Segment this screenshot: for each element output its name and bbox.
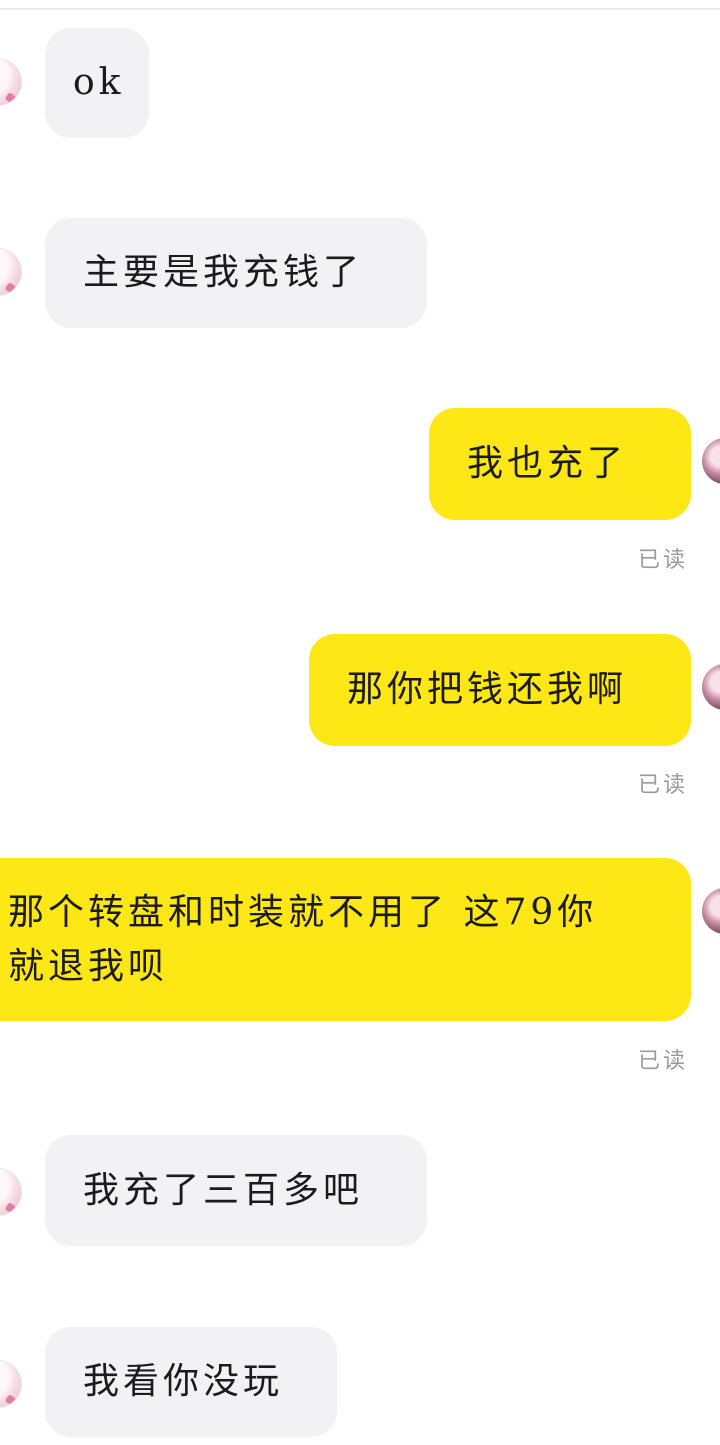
- message-bubble[interactable]: 我也充了: [429, 408, 691, 520]
- message-bubble[interactable]: 那个转盘和时装就不用了 这79你 就退我呗: [0, 858, 691, 1021]
- message-text: 那你把钱还我啊: [347, 669, 628, 710]
- message-text-line: 就退我呗: [8, 946, 169, 987]
- message-text: 主要是我充钱了: [83, 252, 364, 293]
- read-receipt: 已读: [637, 1049, 688, 1074]
- message-text-line: 那个转盘和时装就不用了 这79你: [8, 892, 598, 933]
- message-bubble[interactable]: ok: [45, 28, 149, 138]
- contact-avatar[interactable]: [0, 58, 22, 106]
- user-avatar[interactable]: [702, 438, 720, 484]
- contact-avatar[interactable]: [0, 248, 22, 296]
- message-bubble[interactable]: 我看你没玩: [45, 1327, 337, 1437]
- read-receipt: 已读: [637, 773, 688, 798]
- user-avatar[interactable]: [702, 664, 720, 710]
- message-bubble[interactable]: 那你把钱还我啊: [309, 634, 691, 746]
- message-text: 我充了三百多吧: [83, 1170, 364, 1211]
- message-bubble[interactable]: 我充了三百多吧: [45, 1135, 427, 1246]
- chat-screen: ok 主要是我充钱了 我也充了 已读 那你把钱还我啊 已读 那个转盘和时装就不用…: [0, 0, 720, 1445]
- read-receipt: 已读: [637, 548, 688, 573]
- contact-avatar[interactable]: [0, 1360, 22, 1408]
- message-text: 我也充了: [467, 443, 628, 484]
- message-bubble[interactable]: 主要是我充钱了: [45, 218, 427, 328]
- user-avatar[interactable]: [702, 888, 720, 934]
- message-text: 我看你没玩: [83, 1361, 284, 1402]
- message-text: ok: [73, 62, 125, 103]
- contact-avatar[interactable]: [0, 1168, 22, 1216]
- header-divider: [0, 8, 720, 10]
